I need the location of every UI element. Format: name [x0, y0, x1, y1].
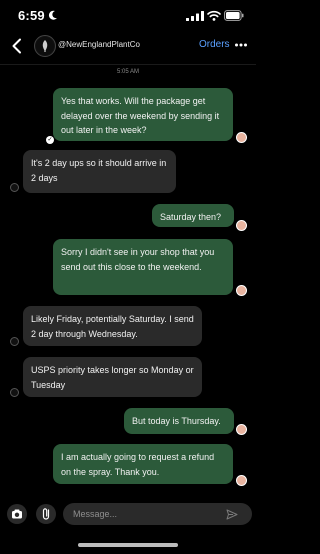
send-icon[interactable]: [226, 509, 238, 520]
message-sent[interactable]: Sorry I didn't see in your shop that you…: [53, 239, 233, 295]
read-receipt-icon: ✓: [46, 136, 54, 144]
conversation-header: @NewEnglandPlantCo Orders: [0, 30, 256, 64]
message-timestamp: 5:05 AM: [116, 69, 139, 75]
message-input[interactable]: [63, 503, 252, 525]
shop-avatar[interactable]: [34, 35, 56, 57]
my-avatar: [236, 220, 247, 231]
attach-button[interactable]: [36, 504, 56, 524]
header-divider: [0, 64, 256, 65]
status-bar: 6:59: [0, 0, 256, 30]
shop-avatar-small: [10, 388, 19, 397]
signal-icon: [186, 11, 204, 21]
message-sent[interactable]: But today is Thursday.: [124, 408, 234, 434]
shop-avatar-small: [10, 183, 19, 192]
message-received[interactable]: It's 2 day ups so it should arrive in 2 …: [23, 150, 176, 193]
shop-avatar-small: [10, 337, 19, 346]
home-indicator: [78, 543, 178, 547]
message-received[interactable]: USPS priority takes longer so Monday or …: [23, 357, 202, 397]
my-avatar: [236, 475, 247, 486]
orders-link[interactable]: Orders: [199, 39, 230, 50]
my-avatar: [236, 285, 247, 296]
my-avatar: [236, 424, 247, 435]
moon-icon: [48, 10, 57, 20]
message-composer: [0, 495, 256, 535]
status-time: 6:59: [18, 8, 45, 23]
camera-icon: [12, 509, 22, 519]
my-avatar: [236, 132, 247, 143]
shop-name[interactable]: @NewEnglandPlantCo: [58, 40, 140, 49]
message-sent[interactable]: Yes that works. Will the package get del…: [53, 88, 233, 141]
message-received[interactable]: Likely Friday, potentially Saturday. I s…: [23, 306, 202, 346]
message-sent[interactable]: Saturday then?: [152, 204, 234, 227]
more-icon[interactable]: [234, 40, 248, 50]
message-sent[interactable]: I am actually going to request a refund …: [53, 444, 233, 484]
camera-button[interactable]: [7, 504, 27, 524]
paperclip-icon: [42, 508, 50, 520]
battery-icon: [224, 10, 244, 21]
wifi-icon: [207, 10, 221, 21]
back-arrow-icon[interactable]: [10, 38, 24, 54]
